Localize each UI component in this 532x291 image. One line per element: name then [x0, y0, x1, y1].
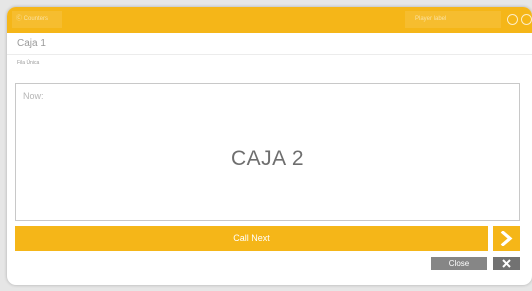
page-title: Caja 1 [17, 38, 46, 49]
counters-menu[interactable]: Ⓒ Counters [12, 11, 62, 28]
circle-icon[interactable] [521, 14, 532, 25]
close-x-button[interactable] [493, 257, 520, 270]
now-serving-panel: Now: CAJA 2 [15, 83, 520, 221]
player-selector[interactable]: Player label [405, 11, 501, 28]
now-label: Now: [23, 91, 44, 101]
current-counter: CAJA 2 [230, 147, 305, 170]
counter-window: Ⓒ Counters Player label Caja 1 Fila Únic… [7, 7, 532, 285]
divider [7, 54, 532, 55]
close-button[interactable]: Close [431, 257, 487, 270]
next-button[interactable] [493, 226, 520, 251]
circle-icon[interactable] [507, 14, 518, 25]
x-icon [502, 259, 511, 268]
queue-label: Fila Única [17, 60, 40, 66]
chevron-right-icon [500, 231, 513, 246]
top-bar: Ⓒ Counters Player label [7, 7, 532, 33]
call-next-button[interactable]: Call Next [15, 226, 488, 251]
